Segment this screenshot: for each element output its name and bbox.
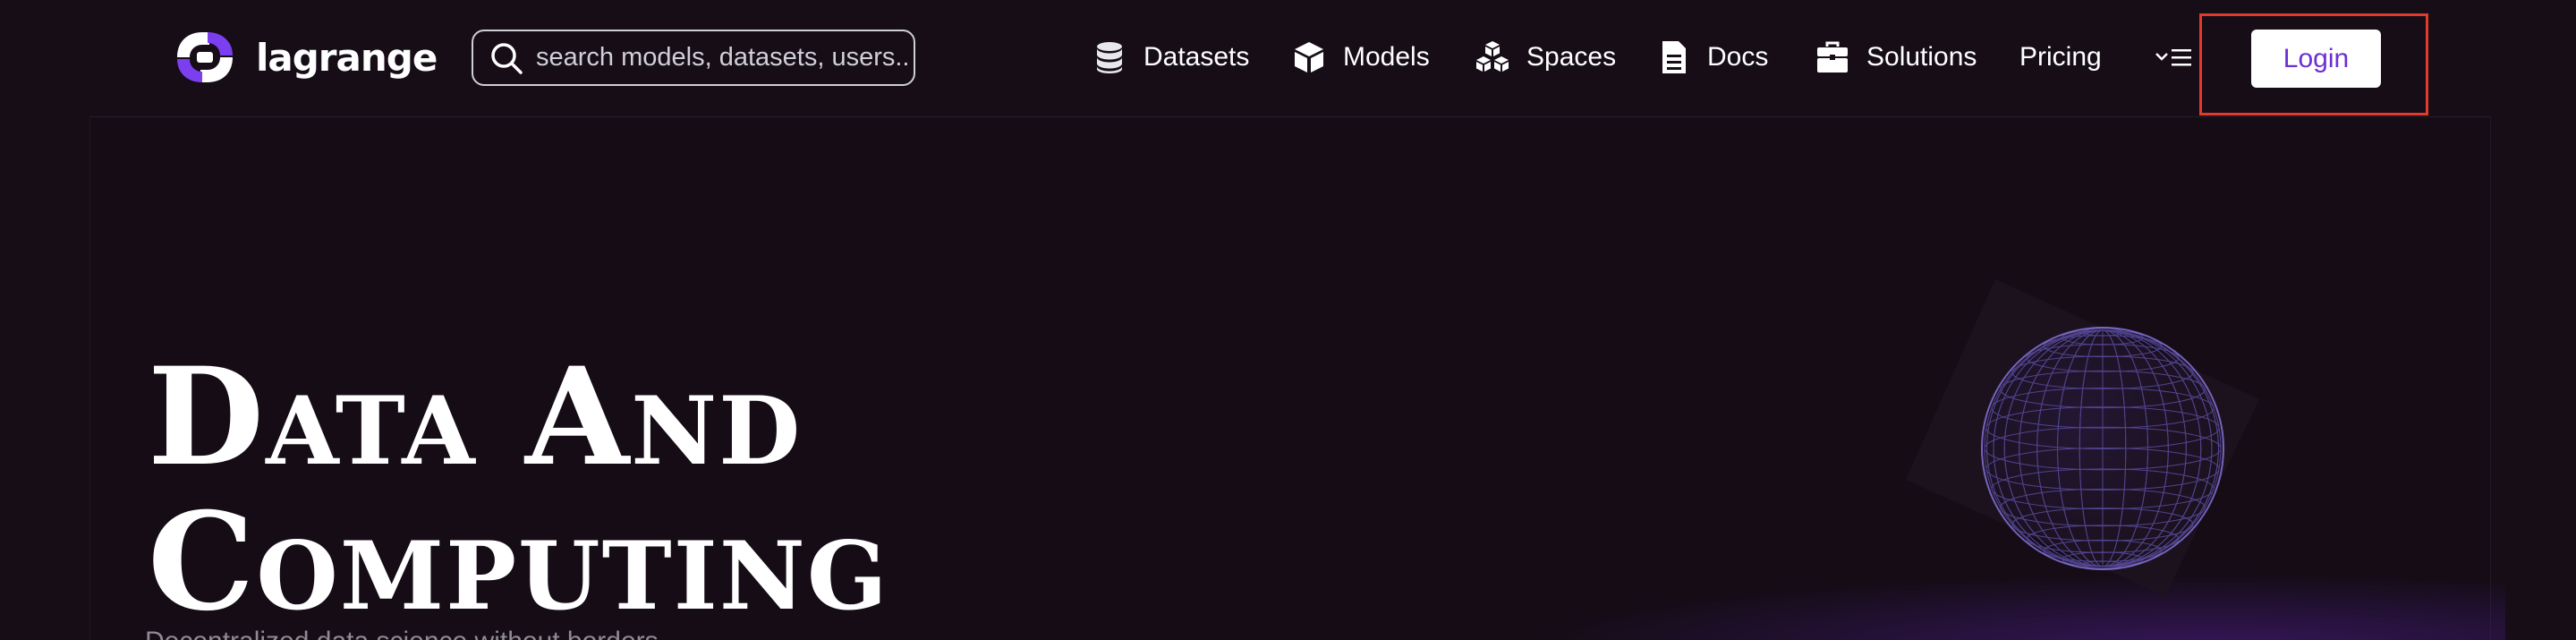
cube-icon — [1295, 42, 1323, 73]
lagrange-logo-icon — [177, 32, 233, 82]
nav-spaces-label: Spaces — [1526, 42, 1617, 72]
hero-title-line-2: Computing — [148, 483, 889, 640]
nav-spaces[interactable]: Spaces — [1475, 30, 1616, 84]
database-icon — [1097, 42, 1122, 73]
login-button[interactable]: Login — [2251, 30, 2381, 88]
hero-title: Data And Computing — [148, 345, 889, 635]
hero-title-line-1: Data And — [148, 338, 803, 496]
nav-solutions-label: Solutions — [1866, 42, 1977, 72]
search-placeholder: search models, datasets, users.. — [536, 43, 910, 72]
chevron-menu-icon — [2155, 49, 2191, 66]
more-menu-toggle[interactable] — [2155, 39, 2194, 75]
nav-pricing[interactable]: Pricing — [2019, 30, 2102, 84]
cubes-icon — [1476, 41, 1509, 72]
nav-docs[interactable]: Docs — [1655, 30, 1768, 84]
nav-docs-label: Docs — [1707, 42, 1769, 72]
brand-name: lagrange — [256, 35, 438, 80]
nav-solutions[interactable]: Solutions — [1815, 30, 1977, 84]
nav-models-label: Models — [1343, 42, 1430, 72]
brand-logo[interactable]: lagrange — [170, 27, 438, 88]
briefcase-icon — [1817, 41, 1848, 73]
wireframe-sphere-graphic — [1906, 279, 2259, 596]
document-icon — [1662, 41, 1686, 73]
search-icon — [491, 42, 523, 74]
hero-subtitle: Decentralized data science without borde… — [145, 627, 659, 640]
nav-models[interactable]: Models — [1291, 30, 1430, 84]
nav-datasets-label: Datasets — [1143, 42, 1250, 72]
page: lagrange search models, datasets, users.… — [0, 0, 2576, 640]
search-input[interactable]: search models, datasets, users.. — [472, 30, 915, 86]
nav-pricing-label: Pricing — [2019, 42, 2102, 72]
top-navbar: lagrange search models, datasets, users.… — [0, 0, 2576, 115]
nav-datasets[interactable]: Datasets — [1092, 30, 1249, 84]
